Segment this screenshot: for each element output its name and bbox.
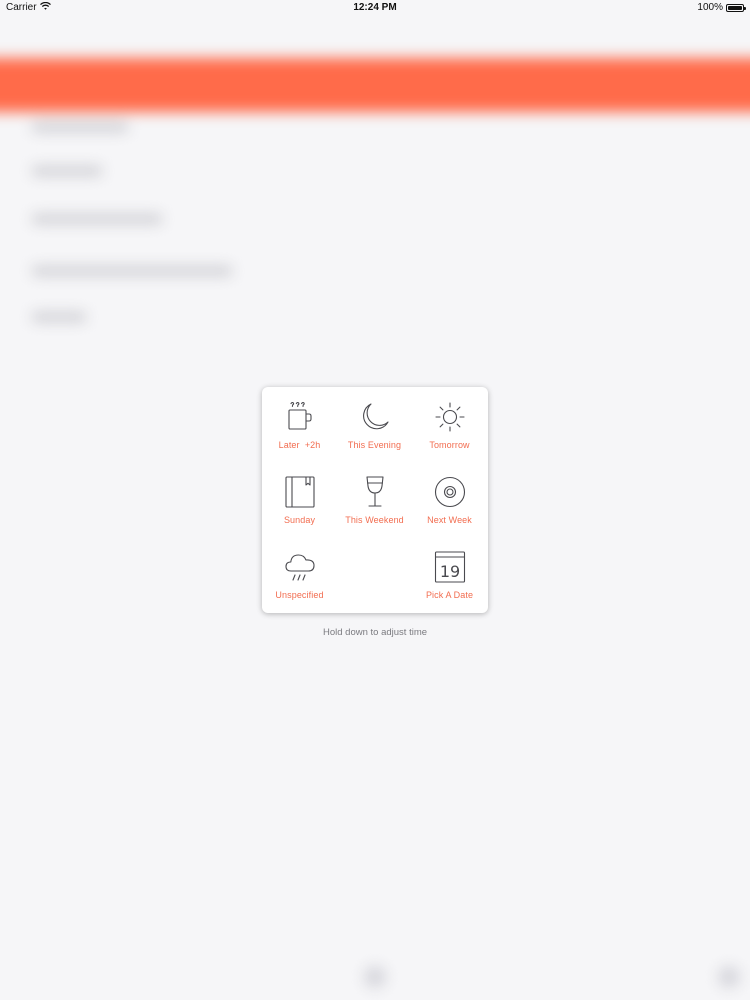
battery-icon — [726, 3, 746, 12]
option-tomorrow[interactable]: Tomorrow — [412, 387, 487, 462]
book-icon — [284, 475, 316, 509]
option-label: Tomorrow — [429, 440, 470, 450]
option-label: Later +2h — [278, 440, 321, 450]
blurred-list-item — [32, 166, 102, 176]
blurred-toolbar-icon — [718, 966, 740, 988]
hold-hint: Hold down to adjust time — [322, 627, 428, 638]
rain-cloud-icon — [284, 550, 316, 584]
blurred-header-bar — [0, 58, 750, 112]
option-this-weekend[interactable]: This Weekend — [337, 462, 412, 537]
battery-percent: 100% — [697, 2, 723, 13]
clock: 12:24 PM — [353, 2, 397, 13]
blurred-list-item — [32, 214, 162, 224]
status-bar: Carrier 12:24 PM 100% — [0, 0, 750, 16]
option-label: Unspecified — [275, 590, 324, 600]
wine-glass-icon — [359, 475, 391, 509]
blurred-toolbar-icon — [364, 966, 386, 988]
option-label: This Weekend — [345, 515, 404, 525]
empty-slot — [337, 537, 412, 612]
option-pick-a-date[interactable]: 19 Pick A Date — [412, 537, 487, 612]
option-unspecified[interactable]: Unspecified — [262, 537, 337, 612]
disc-icon — [434, 475, 466, 509]
schedule-popup: Later +2h This Evening Tomorrow Sunday T… — [262, 387, 488, 613]
battery-level — [728, 5, 742, 10]
schedule-options-grid: Later +2h This Evening Tomorrow Sunday T… — [262, 387, 488, 613]
option-later-2h[interactable]: Later +2h — [262, 387, 337, 462]
option-label: This Evening — [347, 440, 402, 450]
option-next-week[interactable]: Next Week — [412, 462, 487, 537]
sun-icon — [434, 400, 466, 434]
option-this-evening[interactable]: This Evening — [337, 387, 412, 462]
option-sunday[interactable]: Sunday — [262, 462, 337, 537]
blurred-list-item — [32, 122, 128, 132]
option-label: Next Week — [427, 515, 472, 525]
option-label: Sunday — [283, 515, 316, 525]
blurred-list-item — [32, 312, 86, 322]
calendar-icon: 19 — [434, 550, 466, 584]
blurred-list-item — [32, 266, 232, 276]
coffee-cup-icon — [284, 400, 316, 434]
app-screen: Carrier 12:24 PM 100% Later +2h This Eve… — [0, 0, 750, 1000]
calendar-day-number: 19 — [439, 562, 459, 581]
moon-icon — [359, 400, 391, 434]
option-label: Pick A Date — [425, 590, 474, 600]
